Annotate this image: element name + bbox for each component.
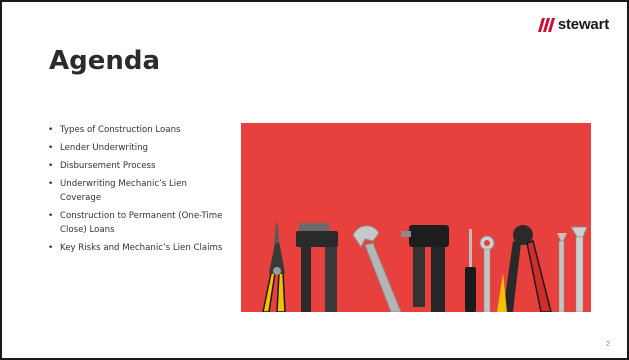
agenda-item: • Construction to Permanent (One-Time Cl…: [48, 209, 223, 237]
agenda-item-label: Lender Underwriting: [60, 143, 148, 153]
stewart-logo: stewart: [534, 16, 609, 33]
tools-photo-icon: [241, 123, 591, 312]
agenda-item-label: Types of Construction Loans: [60, 125, 181, 135]
bullet-icon: •: [48, 179, 54, 189]
agenda-item: • Key Risks and Mechanic’s Lien Claims: [48, 241, 223, 255]
slide: stewart Agenda • Types of Construction L…: [0, 0, 629, 360]
agenda-item: • Disbursement Process: [48, 159, 223, 173]
agenda-item-label: Underwriting Mechanic’s Lien Coverage: [60, 179, 187, 203]
bullet-icon: •: [48, 161, 54, 171]
brand-name: stewart: [557, 16, 609, 33]
slide-title: Agenda: [49, 46, 161, 76]
bullet-icon: •: [48, 211, 54, 221]
agenda-item-label: Key Risks and Mechanic’s Lien Claims: [60, 243, 223, 253]
agenda-item: • Underwriting Mechanic’s Lien Coverage: [48, 177, 223, 205]
agenda-item-label: Disbursement Process: [60, 161, 156, 171]
stewart-logo-mark-icon: [537, 17, 555, 32]
agenda-item-label: Construction to Permanent (One-Time Clos…: [60, 211, 223, 235]
agenda-item: • Types of Construction Loans: [48, 123, 223, 137]
bullet-icon: •: [48, 143, 54, 153]
agenda-list: • Types of Construction Loans • Lender U…: [48, 123, 223, 259]
page-number: 2: [606, 341, 610, 348]
bullet-icon: •: [48, 243, 54, 253]
bullet-icon: •: [48, 125, 54, 135]
agenda-item: • Lender Underwriting: [48, 141, 223, 155]
